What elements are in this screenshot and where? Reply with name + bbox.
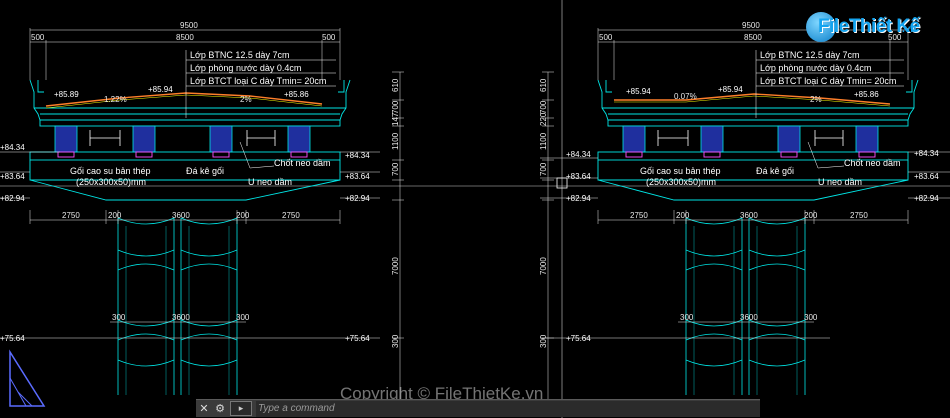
label-bearing-left: Gối cao su bản thép	[70, 166, 151, 176]
label-anchor-right: U neo dầm	[818, 177, 862, 187]
dim-cap-side-left-a: 2750	[62, 211, 80, 220]
dim-pier-side-right-a: 300	[680, 313, 694, 322]
level-8294-right-b: +82.94	[914, 194, 939, 203]
dim-cap-mid-left: 3600	[172, 211, 190, 220]
note-layer2-left: Lớp phòng nước dày 0.4cm	[190, 63, 301, 73]
label-anchor-left: U neo dầm	[248, 177, 292, 187]
note-layer3-right: Lớp BTCT loại C dày Tmin= 20cm	[760, 76, 896, 86]
note-layer1-left: Lớp BTNC 12.5 dày 7cm	[190, 50, 289, 60]
elev-deck-right-1: +85.94	[626, 87, 651, 96]
vdim-610-right: 610	[539, 78, 548, 92]
dim-pier-mid-left: 3600	[172, 313, 190, 322]
vdim-220-right: 220	[539, 112, 548, 126]
dim-pier-side-left-b: 300	[236, 313, 250, 322]
vdim-300-left: 300	[391, 334, 400, 348]
dim-edge-left-a: 500	[31, 33, 45, 42]
level-8364-left-b: +83.64	[345, 172, 370, 181]
elev-deck-left-3: +85.86	[284, 90, 309, 99]
girders-left	[54, 125, 311, 153]
command-line-bar: ✕ ⚙ ▸	[196, 399, 760, 417]
level-8364-right-b: +83.64	[914, 172, 939, 181]
command-input[interactable]	[256, 400, 760, 417]
dim-pier-mid-right: 3600	[740, 313, 758, 322]
slope-left-1: 1.22%	[104, 95, 127, 104]
vdim-7000-right: 7000	[539, 257, 548, 275]
close-icon[interactable]: ✕	[196, 400, 212, 417]
right-section-view: 9500 8500 500 500 +84.34 +83.64 +82.94 +…	[539, 21, 950, 400]
level-8434-right-b: +84.34	[914, 149, 939, 158]
label-pedestal-right: Đá kê gối	[756, 166, 794, 176]
vdim-700-left-b: 700	[391, 162, 400, 176]
level-8294-left-b: +82.94	[345, 194, 370, 203]
slope-right-1: 0.07%	[674, 92, 697, 101]
level-7564-right: +75.64	[566, 334, 591, 343]
dim-pier-side-right-b: 300	[804, 313, 818, 322]
ucs-icon	[9, 349, 46, 407]
label-pin-left: Chốt neo dầm	[274, 158, 331, 168]
dim-cap-gap-left-a: 200	[108, 211, 122, 220]
vertical-dim-text-right: 610 700 220 1100 700 7000 300	[539, 78, 548, 348]
vdim-700-right-b: 700	[539, 162, 548, 176]
site-logo: FileThiết Kế .vn	[806, 10, 924, 44]
dim-pier-side-left-a: 300	[112, 313, 126, 322]
level-8434-right-a: +84.34	[566, 150, 591, 159]
label-bearing-size-right: (250x300x50)mm	[646, 177, 716, 187]
dim-cap-side-right-a: 2750	[630, 211, 648, 220]
dim-cap-gap-right-a: 200	[676, 211, 690, 220]
vdim-147-left: 147	[391, 112, 400, 126]
girders-right	[622, 125, 879, 153]
level-7564-left-a: +75.64	[0, 334, 25, 343]
slope-left-2: 2%	[240, 95, 252, 104]
vdim-700-right-a: 700	[539, 100, 548, 114]
level-8294-right-a: +82.94	[566, 194, 591, 203]
dim-cap-gap-right-b: 200	[804, 211, 818, 220]
slope-right-2: 2%	[810, 95, 822, 104]
dim-total-right: 9500	[742, 21, 760, 30]
vdim-700-left-a: 700	[391, 100, 400, 114]
dim-edge-right-a: 500	[599, 33, 613, 42]
gear-icon[interactable]: ⚙	[212, 400, 228, 417]
pier-columns-left	[117, 217, 238, 395]
elev-deck-right-2: +85.94	[718, 85, 743, 94]
vdim-300-right: 300	[539, 334, 548, 348]
pier-columns-right	[685, 217, 806, 395]
logo-domain: .vn	[902, 24, 917, 35]
left-section-view: 9500 8500 500 500 +84.34 +83.64 +82.94 +…	[0, 21, 404, 400]
label-bearing-size-left: (250x300x50)mm	[76, 177, 146, 187]
dim-inner-left: 8500	[176, 33, 194, 42]
cap-dimensions-right	[597, 210, 909, 323]
level-8364-right-a: +83.64	[566, 172, 591, 181]
vdim-1100-left: 1100	[391, 132, 400, 150]
level-8434-left-b: +84.34	[345, 151, 370, 160]
label-pedestal-left: Đá kê gối	[186, 166, 224, 176]
level-8434-left-a: +84.34	[0, 143, 25, 152]
note-layer1-right: Lớp BTNC 12.5 dày 7cm	[760, 50, 859, 60]
cad-drawing: 9500 8500 500 500 +84.34 +83.64 +82.94 +…	[0, 0, 950, 418]
dim-inner-right: 8500	[744, 33, 762, 42]
level-8294-left-a: +82.94	[0, 194, 25, 203]
note-layer3-left: Lớp BTCT loại C dày Tmin= 20cm	[190, 76, 326, 86]
dim-total-left: 9500	[180, 21, 198, 30]
dim-cap-side-left-b: 2750	[282, 211, 300, 220]
vdim-7000-left: 7000	[391, 257, 400, 275]
vertical-dim-text-left: 610 700 147 1100 700 7000 300	[391, 78, 400, 348]
dim-cap-side-right-b: 2750	[850, 211, 868, 220]
vdim-1100-right: 1100	[539, 132, 548, 150]
level-8364-left-a: +83.64	[0, 172, 25, 181]
elev-deck-left-1: +85.89	[54, 90, 79, 99]
level-7564-left-b: +75.64	[345, 334, 370, 343]
dim-cap-gap-left-b: 200	[236, 211, 250, 220]
vdim-610-left: 610	[391, 78, 400, 92]
elev-deck-left-2: +85.94	[148, 85, 173, 94]
dim-edge-left-b: 500	[322, 33, 336, 42]
label-bearing-right: Gối cao su bản thép	[640, 166, 721, 176]
dim-cap-mid-right: 3600	[740, 211, 758, 220]
command-prompt-icon[interactable]: ▸	[230, 401, 252, 416]
label-pin-right: Chốt neo dầm	[844, 158, 901, 168]
cap-dimensions-left	[29, 210, 341, 323]
note-layer2-right: Lớp phòng nước dày 0.4cm	[760, 63, 871, 73]
elev-deck-right-3: +85.86	[854, 90, 879, 99]
